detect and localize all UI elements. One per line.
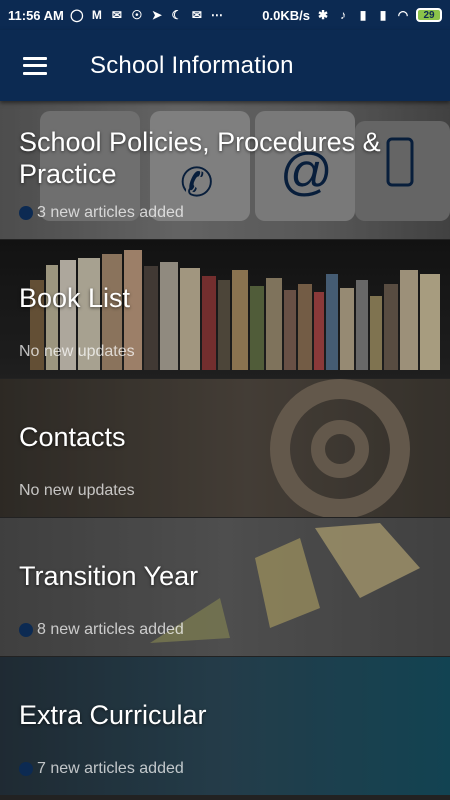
list-item-status: 3 new articles added	[19, 204, 184, 222]
menu-button[interactable]	[0, 30, 70, 101]
battery-level: 29	[423, 9, 435, 21]
bluetooth-icon: ✱	[317, 8, 329, 22]
list-item-status: No new updates	[19, 482, 135, 500]
list-item-subtitle: No new updates	[19, 343, 135, 360]
list-item-title: Extra Curricular	[19, 700, 207, 730]
battery-icon: 29	[416, 8, 442, 22]
list-item-book-list[interactable]: Book List No new updates	[0, 240, 450, 379]
list-item-subtitle: 7 new articles added	[37, 760, 184, 777]
bottom-edge	[0, 795, 450, 800]
list-item-school-policies[interactable]: @ ✆ School Policies, Procedures & Practi…	[0, 101, 450, 240]
hamburger-menu-icon	[23, 56, 47, 75]
list-item-status: No new updates	[19, 343, 135, 361]
list-item-title: Transition Year	[19, 561, 199, 591]
list-item-contacts[interactable]: Contacts No new updates	[0, 379, 450, 518]
status-left: 11:56 AM ◯ M ✉ ☉ ➤ ☾ ✉ ⋯	[8, 8, 224, 23]
new-indicator-dot	[19, 762, 33, 776]
status-time: 11:56 AM	[8, 7, 64, 23]
list-item-subtitle: No new updates	[19, 482, 135, 499]
signal-icon: ▮	[379, 8, 387, 22]
list-item-title: School Policies, Procedures & Practice	[19, 127, 381, 189]
info-list: @ ✆ School Policies, Procedures & Practi…	[0, 101, 450, 800]
telegram-icon: ➤	[151, 8, 162, 22]
status-right: 0.0KB/s ✱ ♪ ▮ ▮ ◠ 29	[262, 8, 442, 23]
wifi-icon: ◠	[397, 8, 409, 22]
list-item-subtitle: 3 new articles added	[37, 204, 184, 221]
list-item-status: 7 new articles added	[19, 760, 184, 778]
signal-icon: ▮	[359, 8, 367, 22]
mail-icon: ✉	[111, 8, 122, 22]
list-item-extra-curricular[interactable]: Extra Curricular 7 new articles added	[0, 657, 450, 796]
list-item-status: 8 new articles added	[19, 621, 184, 639]
list-item-transition-year[interactable]: Transition Year 8 new articles added	[0, 518, 450, 657]
more-icon: ⋯	[210, 8, 223, 22]
new-indicator-dot	[19, 623, 33, 637]
app-bar: School Information	[0, 30, 450, 101]
list-item-subtitle: 8 new articles added	[37, 621, 184, 638]
brain-icon: ☉	[131, 8, 143, 22]
envelope-icon: ✉	[191, 8, 202, 22]
mute-icon: ♪	[340, 8, 346, 22]
network-speed: 0.0KB/s	[262, 7, 310, 23]
new-indicator-dot	[19, 206, 33, 220]
list-item-title: Contacts	[19, 422, 126, 452]
gmail-icon: M	[91, 8, 102, 22]
status-bar: 11:56 AM ◯ M ✉ ☉ ➤ ☾ ✉ ⋯ 0.0KB/s ✱ ♪ ▮ ▮…	[0, 0, 450, 30]
moon-icon: ☾	[171, 8, 183, 22]
whatsapp-icon: ◯	[70, 8, 84, 22]
page-title: School Information	[90, 51, 294, 79]
list-item-title: Book List	[19, 283, 131, 313]
